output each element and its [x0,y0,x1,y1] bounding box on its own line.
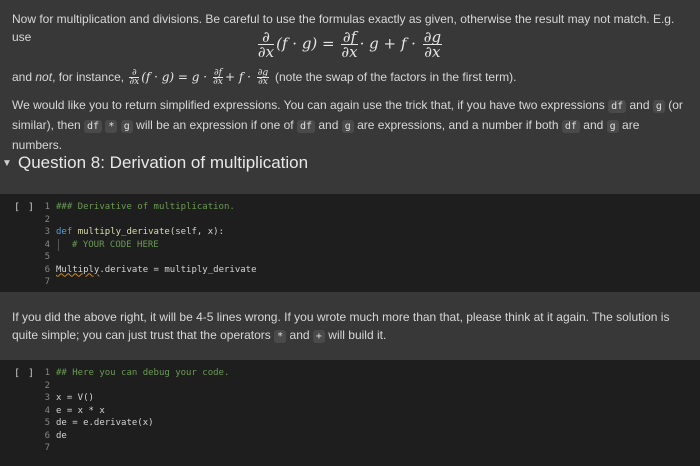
code-cell-1[interactable]: [ ] 1 ### Derivative of multiplication. 2… [0,194,700,292]
code-line: 2 [44,214,50,225]
code-line: 5 [44,252,50,262]
section-heading[interactable]: ▼ Question 8: Derivation of multiplicati… [0,150,308,176]
code-line: 1 ## Here you can debug your code. [44,368,230,378]
code-line: 1 ### Derivative of multiplication. [44,202,235,212]
inline-code: df [561,120,580,133]
not-emphasis: not [35,70,53,84]
inline-code: g [606,120,619,133]
code-editor[interactable]: 1 ### Derivative of multiplication. 2 3 de… [40,201,257,289]
code-line: 4e = x * x [44,405,105,416]
inline-code: g [120,120,133,133]
partial-fraction-df: ∂f ∂x [341,28,358,61]
counterexample-line: and not, for instance, ∂ ∂x (f · g) = g · … [12,68,517,87]
inline-code: * [274,330,287,343]
inline-code: + [312,330,325,343]
inline-code: df [296,120,315,133]
code-cell-2[interactable]: [ ] 1 ## Here you can debug your code. 2 … [0,360,700,466]
inline-code: g [652,100,665,113]
code-editor[interactable]: 1 ## Here you can debug your code. 2 3x =… [40,367,230,455]
code-line: 2 [44,380,50,391]
partial-fraction-lhs: ∂ ∂x [257,28,275,61]
formula-lhs: (f · g) = [276,34,335,53]
run-cell-button[interactable]: [ ] [14,202,35,213]
lint-warning-underline: Multiply [56,264,100,275]
inline-code: g [341,120,354,133]
code-line: 6 de [44,430,67,441]
code-line: 4 # YOUR CODE HERE [44,238,159,251]
indent-guide [58,238,72,251]
inline-code: df [608,100,627,113]
hint-paragraph: If you did the above right, it will be 4… [12,310,670,343]
inline-code: * [105,120,118,133]
partial-fraction-dg: ∂g ∂x [422,28,443,61]
wrong-formula: ∂ ∂x (f · g) = g · ∂f ∂x + f · ∂g ∂x [129,68,270,87]
code-line: 5 de = e.derivate(x) [44,418,154,428]
code-line: 6 Multiply .derivate = multiply_derivate [44,264,257,275]
formula-middle: · g + f · [359,34,416,53]
code-line: 3 def multiply_derivate (self, x): [44,227,224,237]
section-title: Question 8: Derivation of multiplication [18,153,309,172]
product-rule-formula: ∂ ∂x (f · g) = ∂f ∂x · g + f · ∂g ∂x [0,30,700,60]
inline-code: df [84,120,103,133]
chevron-down-icon[interactable]: ▼ [0,158,14,169]
code-line: 7 [44,443,50,453]
code-line: 7 [44,277,50,287]
run-cell-button[interactable]: [ ] [14,368,35,379]
code-line: 3x = V() [44,393,94,403]
simplified-expressions-paragraph: We would like you to return simplified e… [12,98,683,152]
